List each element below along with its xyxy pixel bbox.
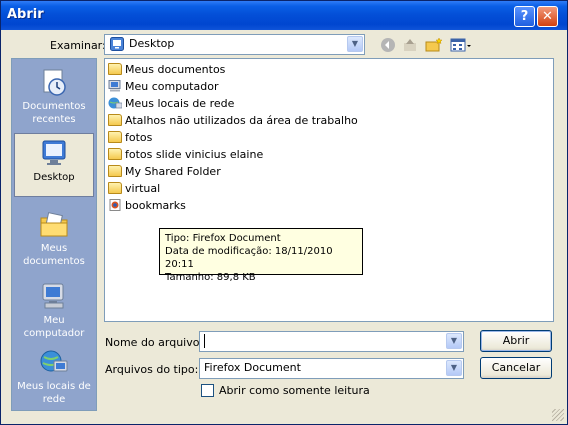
list-item[interactable]: Meu computador [108, 79, 218, 95]
back-icon[interactable] [379, 37, 397, 55]
list-item[interactable]: bookmarks [108, 198, 186, 214]
place-label: Desktop [33, 172, 75, 183]
chevron-down-icon[interactable]: ▼ [446, 360, 462, 376]
place-label: Meus locais de rede [17, 381, 91, 405]
folder-icon [108, 148, 122, 160]
shared-folder-icon [108, 165, 122, 177]
tooltip-size: Tamanho: 89,8 KB [165, 272, 256, 283]
filetype-value: Firefox Document [204, 361, 301, 374]
place-label: Meu computador [23, 315, 85, 339]
place-recent-documents[interactable]: Documentos recentes [14, 63, 94, 129]
readonly-checkbox[interactable] [201, 384, 214, 397]
folder-icon [108, 114, 122, 126]
chevron-down-icon[interactable]: ▼ [446, 333, 462, 349]
filename-input[interactable]: ▼ [199, 331, 464, 352]
lookin-select[interactable]: Desktop ▼ [104, 34, 365, 55]
folder-icon [108, 131, 122, 143]
place-label: Meus documentos [23, 243, 85, 267]
new-folder-icon[interactable] [425, 37, 443, 55]
list-item[interactable]: Atalhos não utilizados da área de trabal… [108, 113, 358, 129]
my-computer-icon [108, 80, 121, 92]
file-info-tooltip: Tipo: Firefox Document Data de modificaç… [159, 228, 363, 283]
places-bar: Documentos recentes Desktop Meus documen… [11, 58, 97, 411]
filetype-select[interactable]: Firefox Document ▼ [199, 358, 464, 379]
recent-documents-icon [43, 69, 66, 96]
firefox-document-icon [109, 199, 121, 211]
my-computer-icon [42, 283, 64, 309]
readonly-label[interactable]: Abrir como somente leitura [219, 384, 370, 397]
desktop-icon [42, 140, 66, 165]
chevron-down-icon[interactable]: ▼ [347, 36, 363, 52]
view-menu-icon[interactable] [449, 37, 473, 55]
my-documents-icon [40, 212, 68, 237]
list-item[interactable]: My Shared Folder [108, 164, 221, 180]
help-button[interactable]: ? [514, 6, 535, 27]
open-button[interactable]: Abrir [480, 330, 552, 352]
up-folder-icon[interactable] [401, 37, 419, 55]
list-item[interactable]: fotos [108, 130, 152, 146]
network-places-icon [40, 350, 68, 372]
desktop-icon [110, 37, 124, 51]
list-item[interactable]: fotos slide vinicius elaine [108, 147, 263, 163]
place-network-places[interactable]: Meus locais de rede [14, 343, 94, 409]
window-title: Abrir [7, 7, 44, 22]
place-my-documents[interactable]: Meus documentos [14, 205, 94, 271]
close-button[interactable]: ✕ [537, 6, 558, 27]
place-label: Documentos recentes [22, 101, 86, 125]
folder-icon [108, 182, 122, 194]
cancel-button[interactable]: Cancelar [480, 357, 552, 379]
resize-grip[interactable] [552, 409, 564, 421]
lookin-label: Examinar: [50, 39, 106, 52]
lookin-value: Desktop [129, 37, 175, 50]
tooltip-type: Tipo: Firefox Document [165, 233, 281, 244]
filetype-label: Arquivos do tipo: [105, 363, 199, 376]
place-my-computer[interactable]: Meu computador [14, 277, 94, 339]
place-desktop[interactable]: Desktop [14, 133, 94, 197]
open-dialog: Abrir ? ✕ Examinar: Desktop ▼ Documentos [0, 0, 568, 425]
tooltip-modified: Data de modificação: 18/11/2010 20:11 [165, 246, 333, 270]
filename-label: Nome do arquivo: [105, 336, 204, 349]
title-bar[interactable]: Abrir ? ✕ [1, 1, 567, 30]
my-documents-icon [108, 63, 122, 75]
list-item[interactable]: Meus documentos [108, 62, 225, 78]
text-cursor [204, 334, 205, 348]
list-item[interactable]: virtual [108, 181, 160, 197]
list-item[interactable]: Meus locais de rede [108, 96, 234, 112]
network-places-icon [108, 97, 122, 109]
